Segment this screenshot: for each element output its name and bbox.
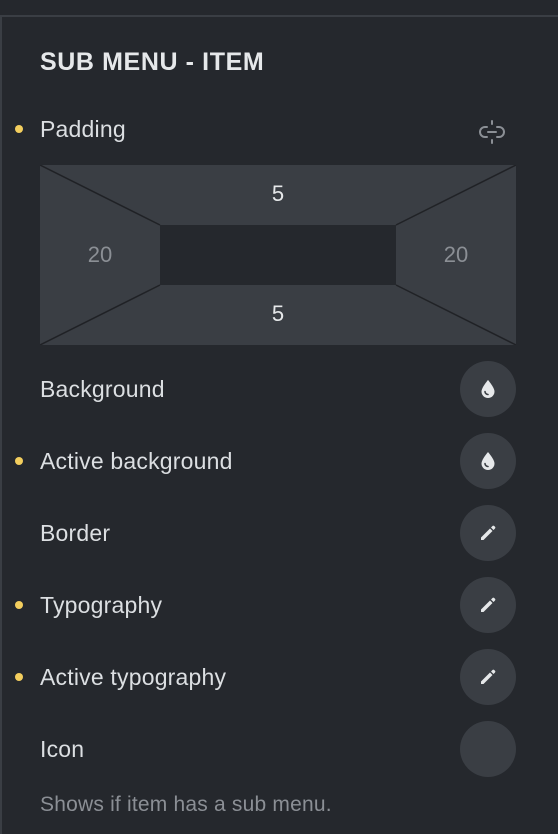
active-typography-label: Active typography xyxy=(40,664,227,690)
border-edit-button[interactable] xyxy=(460,505,516,561)
padding-box-control: 5 20 20 5 xyxy=(40,165,516,345)
typography-label: Typography xyxy=(40,592,163,618)
background-label: Background xyxy=(40,376,165,402)
padding-right-input[interactable]: 20 xyxy=(406,242,506,268)
border-label: Border xyxy=(40,520,111,546)
unlink-icon[interactable] xyxy=(478,118,506,146)
section-title: SUB MENU - ITEM xyxy=(40,48,265,76)
sub-menu-item-panel: SUB MENU - ITEM Padding 5 20 20 5 Backgr… xyxy=(0,0,558,834)
icon-label: Icon xyxy=(40,736,85,762)
active-background-color-button[interactable] xyxy=(460,433,516,489)
active-background-label: Active background xyxy=(40,448,233,474)
padding-bottom-input[interactable]: 5 xyxy=(228,301,328,327)
active-background-modified-dot xyxy=(15,457,23,465)
icon-hint-text: Shows if item has a sub menu. xyxy=(40,793,332,816)
pencil-icon xyxy=(481,597,496,612)
icon-picker-button[interactable] xyxy=(460,721,516,777)
padding-label: Padding xyxy=(40,116,126,142)
panel-left-border xyxy=(0,15,2,834)
typography-modified-dot xyxy=(15,601,23,609)
panel-top-divider xyxy=(0,15,558,17)
active-typography-modified-dot xyxy=(15,673,23,681)
pencil-icon xyxy=(481,525,496,540)
color-drop-icon xyxy=(481,452,495,470)
padding-left-input[interactable]: 20 xyxy=(50,242,150,268)
color-drop-icon xyxy=(481,380,495,398)
padding-modified-dot xyxy=(15,125,23,133)
typography-edit-button[interactable] xyxy=(460,577,516,633)
background-color-button[interactable] xyxy=(460,361,516,417)
active-typography-edit-button[interactable] xyxy=(460,649,516,705)
padding-top-input[interactable]: 5 xyxy=(228,181,328,207)
pencil-icon xyxy=(481,669,496,684)
